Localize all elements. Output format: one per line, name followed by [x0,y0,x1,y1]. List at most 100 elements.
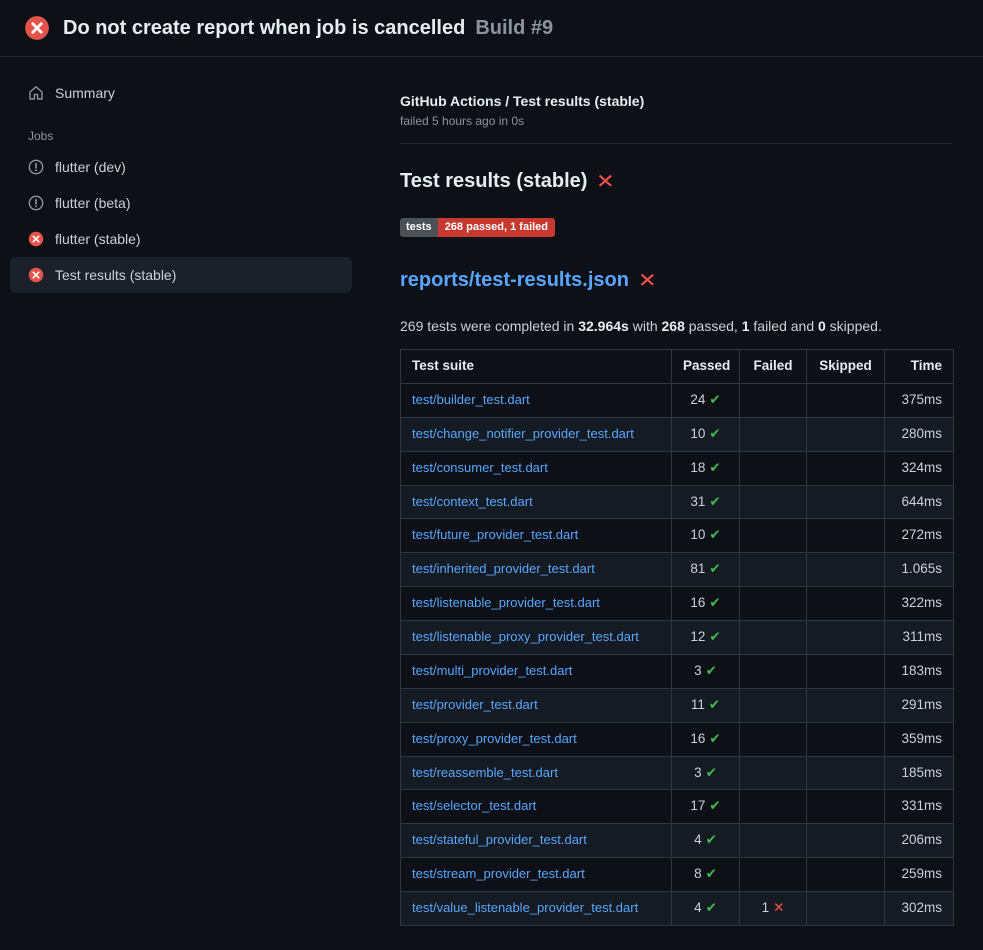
failed-cell [740,417,807,451]
time-cell: 1.065s [885,553,954,587]
suite-cell: test/listenable_proxy_provider_test.dart [401,621,672,655]
sidebar-item-summary[interactable]: Summary [10,75,352,111]
test-suite-link[interactable]: test/multi_provider_test.dart [412,663,572,678]
failed-count: 1 [742,318,750,334]
x-circle-icon [28,231,44,247]
passed-cell: 12✔ [672,621,740,655]
x-circle-icon [24,15,50,41]
count-value: 11 [691,697,705,712]
test-suite-link[interactable]: test/inherited_provider_test.dart [412,561,595,576]
test-suite-link[interactable]: test/proxy_provider_test.dart [412,731,577,746]
test-suite-link[interactable]: test/provider_test.dart [412,697,538,712]
test-suite-link[interactable]: test/listenable_provider_test.dart [412,595,600,610]
sidebar-job-label: flutter (beta) [55,195,130,211]
test-suite-link[interactable]: test/stream_provider_test.dart [412,866,585,881]
suite-cell: test/builder_test.dart [401,383,672,417]
time-cell: 375ms [885,383,954,417]
skipped-cell [807,621,885,655]
count-value: 10 [690,426,705,441]
passed-cell: 4✔ [672,824,740,858]
test-suite-row: test/future_provider_test.dart 10 ✔ 272ms [401,519,954,553]
sidebar-job-item[interactable]: flutter (stable) [10,221,352,257]
count-value: 18 [690,460,705,475]
breadcrumb: GitHub Actions / Test results (stable) [400,93,952,109]
passed-cell: 24✔ [672,383,740,417]
report-file-link[interactable]: reports/test-results.json [400,269,629,292]
test-suite-link[interactable]: test/listenable_proxy_provider_test.dart [412,629,639,644]
column-header-test-suite: Test suite [401,350,672,384]
suite-cell: test/reassemble_test.dart [401,756,672,790]
test-suite-row: test/provider_test.dart 11✔ 291ms [401,688,954,722]
passed-cell: 17 ✔ [672,790,740,824]
sidebar-job-label: flutter (dev) [55,159,126,175]
test-suite-link[interactable]: test/context_test.dart [412,494,533,509]
test-suite-link[interactable]: test/builder_test.dart [412,392,530,407]
passed-cell: 81✔ [672,553,740,587]
failed-cell [740,451,807,485]
check-icon: ✔ [709,494,720,509]
test-suite-link[interactable]: test/future_provider_test.dart [412,527,578,542]
time-cell: 322ms [885,587,954,621]
suite-cell: test/change_notifier_provider_test.dart [401,417,672,451]
time-cell: 272ms [885,519,954,553]
passed-cell: 16✔ [672,722,740,756]
time-cell: 206ms [885,824,954,858]
sidebar-job-item[interactable]: Test results (stable) [10,257,352,293]
time-cell: 183ms [885,654,954,688]
passed-cell: 31✔ [672,485,740,519]
test-suite-link[interactable]: test/stateful_provider_test.dart [412,832,587,847]
check-icon: ✔ [709,392,720,407]
count-value: 10 [690,527,705,542]
check-icon: ✔ [709,629,720,644]
count-value: 4 [694,832,702,847]
time-cell: 311ms [885,621,954,655]
check-icon: ✔ [709,798,720,813]
failed-cell [740,621,807,655]
suite-cell: test/proxy_provider_test.dart [401,722,672,756]
test-results-table: Test suitePassedFailedSkippedTime test/b… [400,349,954,926]
test-suite-row: test/builder_test.dart 24✔ 375ms [401,383,954,417]
skipped-cell [807,451,885,485]
count-value: 3 [694,663,702,678]
section-title-text: Test results (stable) [400,170,587,193]
suite-cell: test/stateful_provider_test.dart [401,824,672,858]
count-value: 8 [694,866,702,881]
passed-cell: 18✔ [672,451,740,485]
x-circle-icon [28,267,44,283]
time-cell: 259ms [885,858,954,892]
sidebar-job-item[interactable]: flutter (beta) [10,185,352,221]
test-suite-link[interactable]: test/consumer_test.dart [412,460,548,475]
test-suite-link[interactable]: test/selector_test.dart [412,798,536,813]
run-meta: failed 5 hours ago in 0s [400,114,952,128]
test-suite-link[interactable]: test/change_notifier_provider_test.dart [412,426,634,441]
main-content: GitHub Actions / Test results (stable) f… [368,57,983,926]
check-icon: ✔ [709,527,720,542]
time-cell: 291ms [885,688,954,722]
time-cell: 644ms [885,485,954,519]
test-suite-link[interactable]: test/reassemble_test.dart [412,765,558,780]
failed-cell [740,485,807,519]
check-icon: ✔ [706,900,717,915]
test-suite-row: test/context_test.dart 31✔ 644ms [401,485,954,519]
page-layout: Summary Jobs flutter (dev)flutter (beta)… [0,57,983,926]
skipped-cell [807,553,885,587]
build-header: Do not create report when job is cancell… [0,0,983,57]
failed-cell [740,824,807,858]
passed-cell: 3✔ [672,654,740,688]
sidebar-job-item[interactable]: flutter (dev) [10,149,352,185]
table-body: test/builder_test.dart 24✔ 375ms test/chang… [401,383,954,925]
count-value: 17 [690,798,705,813]
suite-cell: test/future_provider_test.dart [401,519,672,553]
skipped-cell [807,722,885,756]
passed-cell: 11✔ [672,688,740,722]
count-value: 16 [690,595,705,610]
test-suite-link[interactable]: test/value_listenable_provider_test.dart [412,900,638,915]
failed-cell [740,858,807,892]
total-duration: 32.964s [578,318,629,334]
count-value: 81 [690,561,705,576]
failed-x-icon: ✕ [596,172,615,192]
suite-cell: test/stream_provider_test.dart [401,858,672,892]
count-value: 3 [694,765,702,780]
table-head: Test suitePassedFailedSkippedTime [401,350,954,384]
suite-cell: test/listenable_provider_test.dart [401,587,672,621]
